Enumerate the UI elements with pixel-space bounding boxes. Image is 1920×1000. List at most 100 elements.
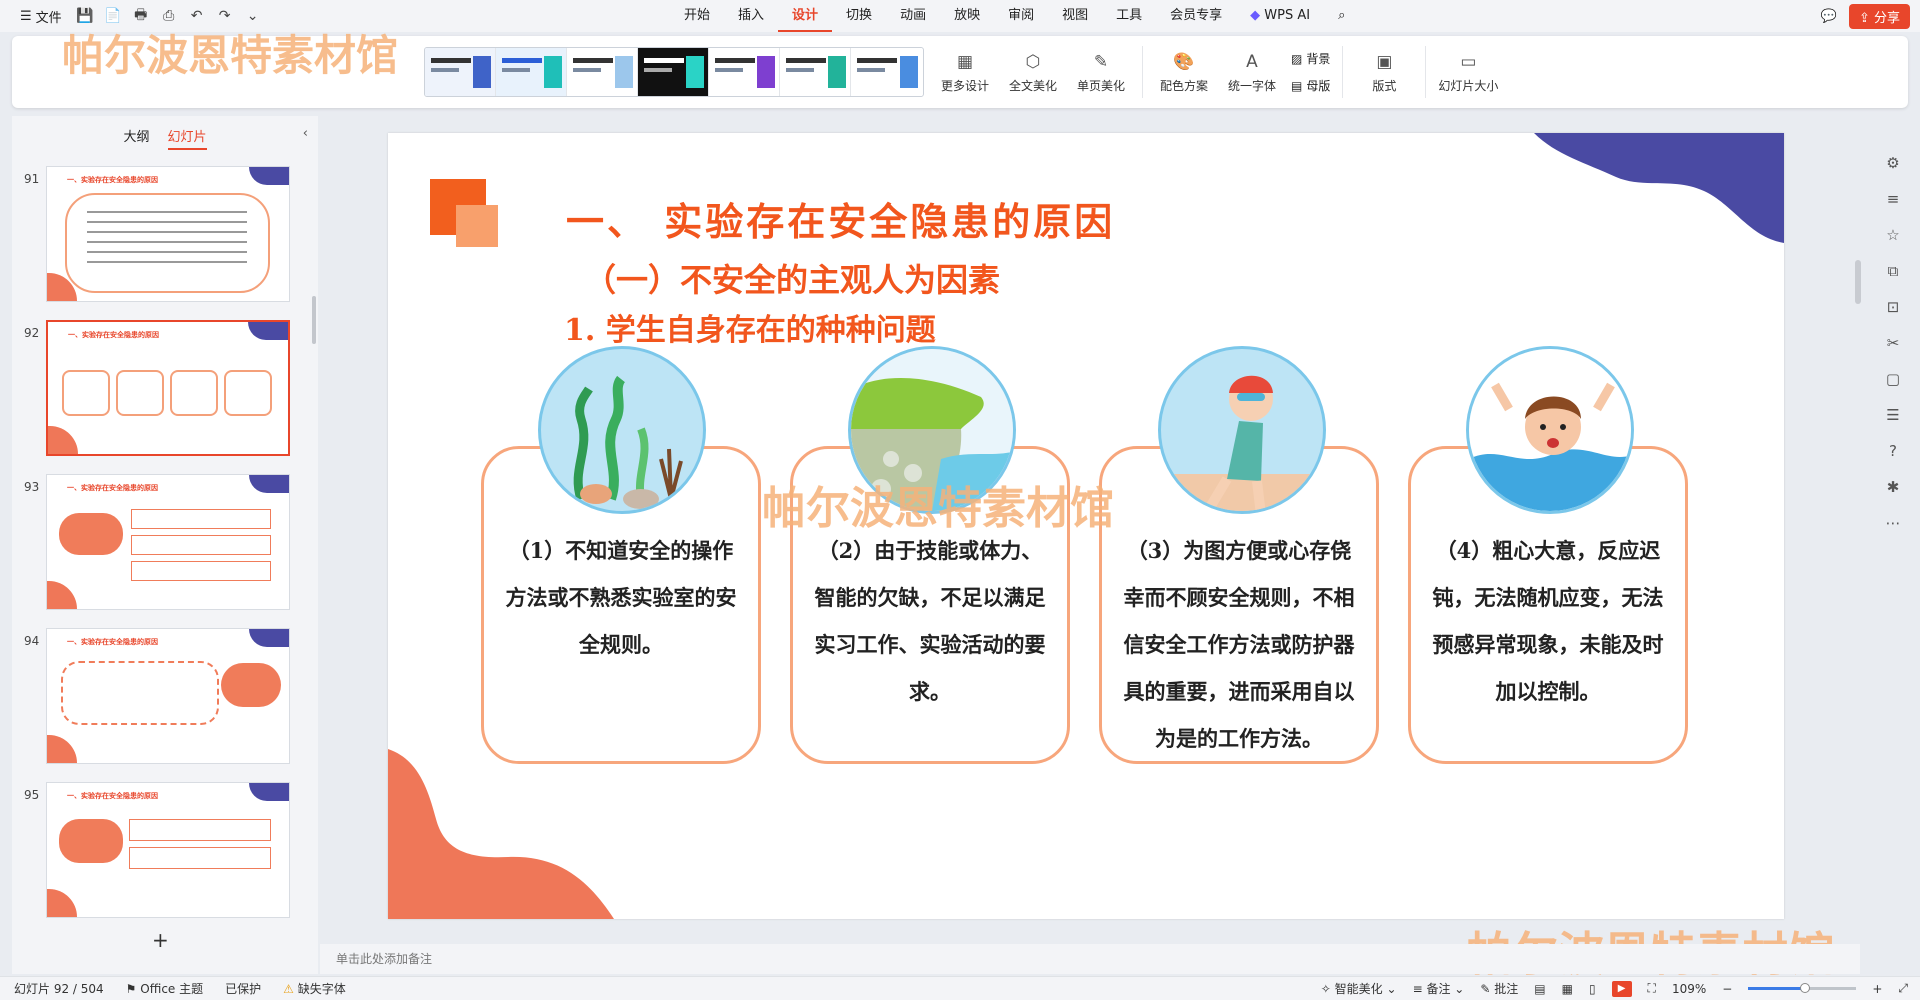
more-icon[interactable]: ⋯	[1886, 514, 1901, 532]
seaweed-illustration[interactable]	[538, 346, 706, 514]
master-button[interactable]: ▤ 母版	[1291, 77, 1330, 94]
chat-icon[interactable]: 💬	[1821, 9, 1837, 24]
warning-icon: ⚠	[283, 982, 294, 996]
search-icon[interactable]: ⌕	[1324, 0, 1359, 32]
slide-thumbnail[interactable]: 一、实验存在安全隐患的原因	[46, 474, 290, 610]
decorative-blob-top-right	[1534, 133, 1784, 243]
slide-size-button[interactable]: ▭ 幻灯片大小	[1438, 51, 1498, 94]
notes-toggle-button[interactable]: ≡ 备注 ⌄	[1413, 980, 1465, 997]
tab-slideshow[interactable]: 放映	[940, 0, 994, 32]
save-icon[interactable]: 💾	[74, 5, 96, 27]
slide-thumbnail[interactable]: 一、实验存在安全隐患的原因	[46, 782, 290, 918]
card-text: （4）粗心大意，反应迟钝，无法随机应变，无法预感异常现象，未能及时加以控制。	[1432, 538, 1664, 704]
chevron-left-icon[interactable]: ‹	[303, 126, 308, 141]
cube-icon: ⬡	[1025, 51, 1041, 72]
tab-tools[interactable]: 工具	[1102, 0, 1156, 32]
tab-home[interactable]: 开始	[670, 0, 724, 32]
tab-outline[interactable]: 大纲	[123, 126, 149, 150]
sliders-icon[interactable]: ≡	[1887, 190, 1900, 208]
slide-thumbnail-item[interactable]: 91 一、实验存在安全隐患的原因	[12, 166, 318, 306]
smart-beautify-button[interactable]: ✧ 智能美化 ⌄	[1321, 980, 1397, 997]
theme-thumbnail[interactable]	[638, 48, 709, 96]
add-slide-button[interactable]: +	[152, 928, 169, 952]
plugin-icon[interactable]: ✱	[1887, 478, 1900, 496]
tab-insert[interactable]: 插入	[724, 0, 778, 32]
play-icon: ▶	[1617, 983, 1626, 994]
tools-icon[interactable]: ✂	[1887, 334, 1900, 352]
layout-button[interactable]: ▣ 版式	[1355, 51, 1413, 94]
slide-counter: 幻灯片 92 / 504	[14, 982, 104, 996]
undo-icon[interactable]: ↶	[186, 5, 208, 27]
help-icon[interactable]: ?	[1889, 442, 1897, 460]
slide-thumbnail-panel: 大纲 幻灯片 ‹ 91 一、实验存在安全隐患的原因 92 一、实验存在安全隐患的…	[12, 116, 318, 974]
theme-thumbnail[interactable]	[496, 48, 567, 96]
unify-font-button[interactable]: A 统一字体	[1223, 51, 1281, 94]
slide-title[interactable]: 一、 实验存在安全隐患的原因	[566, 191, 1115, 246]
tab-member[interactable]: 会员专享	[1156, 0, 1236, 32]
document-icon[interactable]: ☰	[1886, 406, 1899, 424]
theme-thumbnail[interactable]	[425, 48, 496, 96]
export-pdf-icon[interactable]: 📄	[102, 5, 124, 27]
share-button[interactable]: ⇪ 分享	[1848, 4, 1910, 29]
slide-subheading[interactable]: 1. 学生自身存在的种种问题	[564, 305, 936, 349]
fit-slide-icon[interactable]: ⤢	[1898, 981, 1908, 996]
tab-design[interactable]: 设计	[778, 0, 833, 32]
hamburger-icon: ☰	[20, 8, 32, 24]
tab-review[interactable]: 审阅	[994, 0, 1048, 32]
slide-canvas[interactable]: 一、 实验存在安全隐患的原因 （一）不安全的主观人为因素 1. 学生自身存在的种…	[388, 133, 1784, 919]
missing-font-status[interactable]: ⚠ 缺失字体	[283, 980, 346, 997]
theme-gallery[interactable]	[424, 47, 924, 97]
copy-icon[interactable]: ⧉	[1888, 262, 1899, 280]
color-scheme-button[interactable]: 🎨 配色方案	[1155, 51, 1213, 94]
image-edit-icon[interactable]: ⊡	[1887, 298, 1900, 316]
reading-view-icon[interactable]: ▯	[1589, 982, 1596, 996]
redo-icon[interactable]: ↷	[214, 5, 236, 27]
slide-thumbnail-item[interactable]: 93 一、实验存在安全隐患的原因	[12, 474, 318, 614]
slide-scrollbar[interactable]	[1852, 116, 1862, 916]
comments-button[interactable]: ✎ 批注	[1480, 980, 1518, 997]
zoom-level[interactable]: 109%	[1672, 982, 1706, 996]
book-icon[interactable]: ▢	[1886, 370, 1900, 388]
star-icon[interactable]: ☆	[1886, 226, 1899, 244]
tab-animation[interactable]: 动画	[886, 0, 940, 32]
protected-status[interactable]: 已保护	[225, 980, 261, 997]
single-beautify-button[interactable]: ✎ 单页美化	[1072, 51, 1130, 94]
slide-thumbnail[interactable]: 一、实验存在安全隐患的原因	[46, 166, 290, 302]
notes-input[interactable]: 单击此处添加备注	[320, 944, 1860, 974]
drowning-boy-illustration[interactable]	[1466, 346, 1634, 514]
slide-thumbnail-item[interactable]: 94 一、实验存在安全隐患的原因	[12, 628, 318, 768]
play-slideshow-button[interactable]: ▶	[1611, 980, 1632, 997]
full-beautify-button[interactable]: ⬡ 全文美化	[1004, 51, 1062, 94]
slide-subtitle[interactable]: （一）不安全的主观人为因素	[584, 255, 1000, 301]
theme-thumbnail[interactable]	[851, 48, 922, 96]
zoom-slider[interactable]	[1748, 983, 1857, 993]
slide-sorter-icon[interactable]: ▦	[1562, 982, 1573, 996]
swimmer-illustration[interactable]	[1158, 346, 1326, 514]
normal-view-icon[interactable]: ▤	[1534, 982, 1545, 996]
chevron-down-icon[interactable]: ⌄	[242, 5, 264, 27]
theme-thumbnail[interactable]	[709, 48, 780, 96]
wps-ai-button[interactable]: ◆ WPS AI	[1236, 0, 1324, 32]
cliff-illustration[interactable]	[848, 346, 1016, 514]
slide-thumbnail-selected[interactable]: 一、实验存在安全隐患的原因	[46, 320, 290, 456]
print-icon[interactable]: 🖶	[130, 5, 152, 27]
zoom-out-button[interactable]: −	[1722, 982, 1732, 996]
zoom-in-button[interactable]: +	[1872, 982, 1882, 996]
tab-slides[interactable]: 幻灯片	[167, 126, 207, 150]
theme-thumbnail[interactable]	[780, 48, 851, 96]
more-design-button[interactable]: ▦ 更多设计	[936, 51, 994, 94]
print-preview-icon[interactable]: ⎙	[158, 5, 180, 27]
file-menu-button[interactable]: ☰ 文件	[14, 5, 68, 28]
slide-thumbnail-item[interactable]: 92 一、实验存在安全隐患的原因	[12, 320, 318, 460]
tab-view[interactable]: 视图	[1048, 0, 1102, 32]
thumbnail-scrollbar[interactable]	[312, 296, 316, 344]
fit-window-icon[interactable]: ⛶	[1648, 981, 1656, 996]
properties-icon[interactable]: ⚙	[1886, 154, 1899, 172]
slide-thumbnail-item[interactable]: 95 一、实验存在安全隐患的原因	[12, 782, 318, 922]
theme-thumbnail[interactable]	[567, 48, 638, 96]
wps-ai-icon: ◆	[1250, 8, 1261, 23]
tab-transition[interactable]: 切换	[832, 0, 886, 32]
slide-thumbnail[interactable]: 一、实验存在安全隐患的原因	[46, 628, 290, 764]
theme-status[interactable]: ⚑ Office 主题	[126, 980, 203, 997]
background-button[interactable]: ▨ 背景	[1291, 50, 1330, 67]
